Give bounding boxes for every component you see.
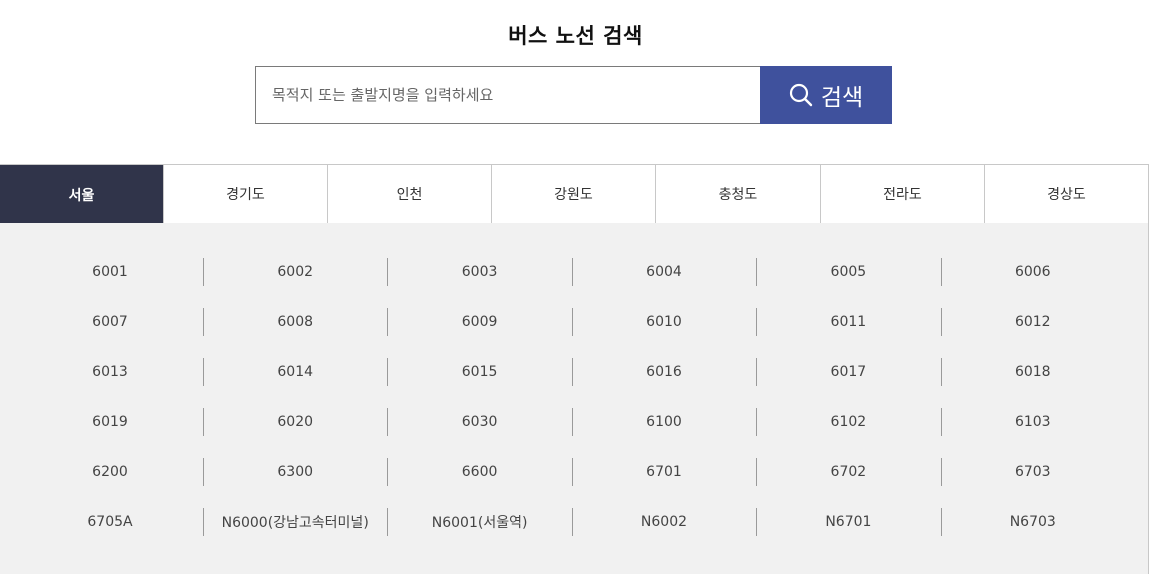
route-link[interactable]: 6011	[756, 307, 940, 337]
route-row: 6200 6300 6600 6701 6702 6703	[0, 447, 1148, 497]
route-link[interactable]: 6008	[203, 307, 387, 337]
route-row: 6013 6014 6015 6016 6017 6018	[0, 347, 1148, 397]
route-link[interactable]: N6701	[756, 507, 940, 537]
tab-region[interactable]: 강원도	[491, 165, 655, 224]
route-link[interactable]: 6007	[0, 307, 220, 337]
route-link[interactable]: 6002	[203, 257, 387, 287]
route-link[interactable]: 6006	[940, 257, 1125, 287]
search-button-label: 검색	[820, 85, 864, 111]
tab-region[interactable]: 경기도	[163, 165, 327, 224]
route-link[interactable]: N6002	[571, 507, 756, 537]
region-tabs: 서울 경기도 인천 강원도 충청도 전라도 경상도	[0, 164, 1149, 232]
search-icon	[789, 83, 813, 107]
route-row: 6705A N6000(강남고속터미널) N6001(서울역) N6002 N6701 N…	[0, 497, 1148, 547]
route-link[interactable]: 6020	[203, 407, 387, 437]
route-link[interactable]: 6005	[756, 257, 940, 287]
route-link[interactable]: 6004	[571, 257, 756, 287]
route-link[interactable]: 6705A	[0, 507, 220, 537]
tab-region[interactable]: 인천	[327, 165, 491, 224]
route-link[interactable]: 6102	[756, 407, 940, 437]
search-bar: 검색	[255, 66, 892, 124]
route-link[interactable]: 6014	[203, 357, 387, 387]
route-link[interactable]: 6003	[387, 257, 571, 287]
bus-route-search-page: 버스 노선 검색 검색 서울 경기도 인천 강원도 충청도 전라도 경상도 60016002…	[0, 0, 1151, 574]
route-link[interactable]: 6017	[756, 357, 940, 387]
tab-label: 경상도	[1047, 187, 1086, 203]
search-button[interactable]: 검색	[760, 66, 892, 124]
route-link[interactable]: 6703	[940, 457, 1125, 487]
route-link[interactable]: 6030	[387, 407, 571, 437]
tab-label: 전라도	[883, 187, 922, 203]
route-link[interactable]: 6019	[0, 407, 220, 437]
route-link[interactable]: N6001(서울역)	[387, 507, 571, 537]
tab-region[interactable]: 전라도	[820, 165, 984, 224]
route-link[interactable]: 6012	[940, 307, 1125, 337]
route-link[interactable]: 6015	[387, 357, 571, 387]
route-link[interactable]: 6701	[571, 457, 756, 487]
route-row: 6019 6020 6030 6100 6102 6103	[0, 397, 1148, 447]
route-link[interactable]: 6100	[571, 407, 756, 437]
route-link[interactable]: 6600	[387, 457, 571, 487]
search-input[interactable]	[255, 66, 760, 124]
page-title: 버스 노선 검색	[508, 24, 643, 48]
route-link[interactable]: 6009	[387, 307, 571, 337]
route-link[interactable]: 6103	[940, 407, 1125, 437]
route-link[interactable]: 6010	[571, 307, 756, 337]
route-link[interactable]: 6200	[0, 457, 220, 487]
route-link[interactable]: N6000(강남고속터미널)	[203, 507, 387, 537]
tab-label: 인천	[396, 187, 423, 203]
tab-label: 충청도	[718, 187, 758, 203]
route-link[interactable]: N6703	[940, 507, 1125, 537]
route-link[interactable]: 6001	[0, 257, 220, 287]
tab-label: 서울	[68, 187, 95, 204]
route-link[interactable]: 6702	[756, 457, 940, 487]
route-row: 6007 6008 6009 6010 6011 6012	[0, 297, 1148, 347]
route-link[interactable]: 6300	[203, 457, 387, 487]
route-row: 6001 6002 6003 6004 6005 6006	[0, 247, 1148, 297]
tab-region[interactable]: 경상도	[984, 165, 1148, 224]
tab-label: 강원도	[554, 187, 593, 203]
route-link[interactable]: 6016	[571, 357, 756, 387]
tab-region[interactable]: 서울	[0, 165, 163, 232]
tab-region[interactable]: 충청도	[655, 165, 820, 224]
route-link[interactable]: 6013	[0, 357, 220, 387]
route-list: 6001 6002 6003 6004 6005 6006 6007 6008 6009 6010…	[0, 223, 1149, 574]
route-link[interactable]: 6018	[940, 357, 1125, 387]
tab-label: 경기도	[226, 187, 265, 203]
